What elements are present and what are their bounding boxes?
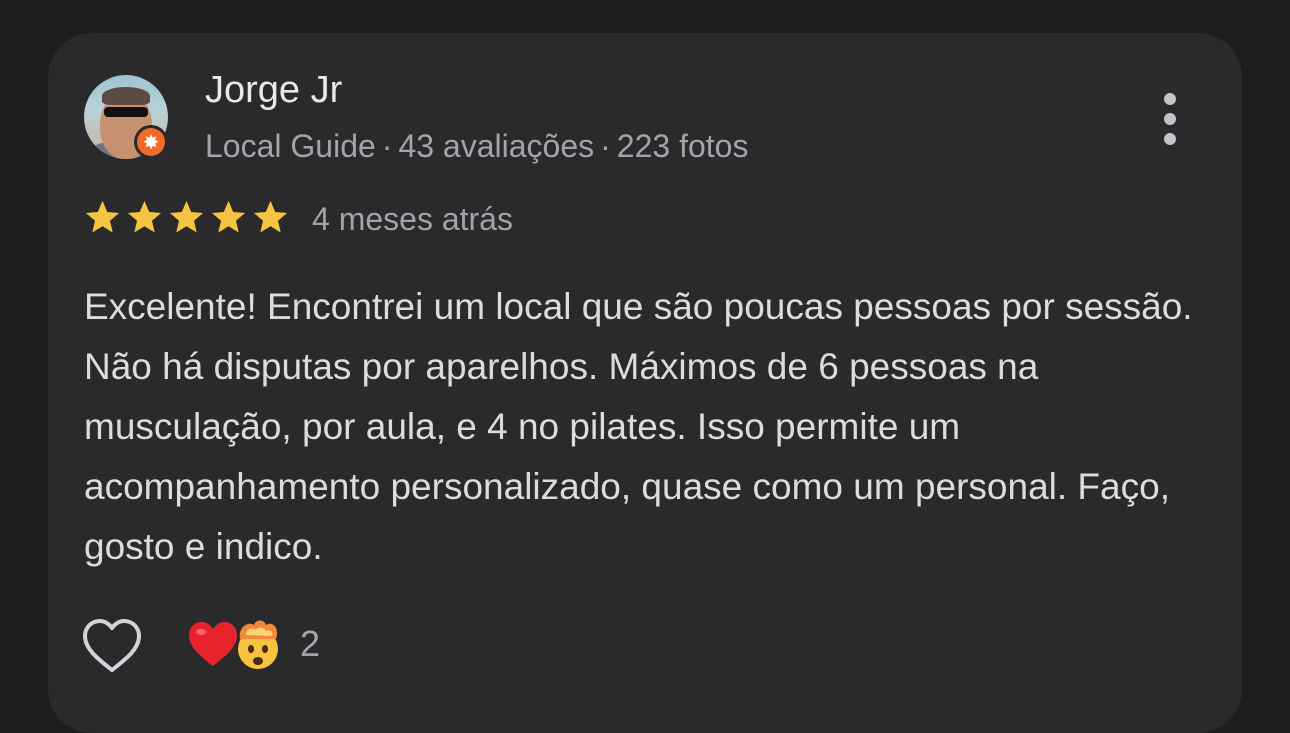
photos-count: 223 fotos xyxy=(616,128,749,164)
star-icon xyxy=(211,200,246,233)
local-guide-star-icon: ✸ xyxy=(137,128,165,156)
like-heart-icon[interactable] xyxy=(80,617,144,675)
more-dot xyxy=(1164,113,1176,125)
more-options-icon[interactable] xyxy=(1156,91,1184,147)
author-name[interactable]: Jorge Jr xyxy=(205,69,342,112)
author-meta: Local Guide · 43 avaliações · 223 fotos xyxy=(205,128,748,165)
avatar-hair xyxy=(102,87,150,105)
star-icon xyxy=(127,200,162,233)
avatar-sunglasses xyxy=(104,107,148,117)
review-time: 4 meses atrás xyxy=(312,201,513,237)
meta-separator: · xyxy=(600,128,611,164)
more-dot xyxy=(1164,133,1176,145)
exploding-head-icon xyxy=(238,620,278,669)
star-rating xyxy=(83,198,290,237)
local-guide-badge: ✸ xyxy=(134,125,168,159)
reactions[interactable] xyxy=(186,617,290,675)
more-dot xyxy=(1164,93,1176,105)
review-card: ✸ Jorge Jr Local Guide · 43 avaliações · 223… xyxy=(48,33,1242,733)
star-icon xyxy=(253,200,288,233)
review-text: Excelente! Encontrei um local que são po… xyxy=(84,286,1193,567)
star-icon xyxy=(85,200,120,233)
reviews-count: 43 avaliações xyxy=(398,128,595,164)
star-icon xyxy=(169,200,204,233)
reaction-count: 2 xyxy=(300,623,321,664)
local-guide-label: Local Guide xyxy=(205,128,376,164)
meta-separator: · xyxy=(381,128,393,164)
